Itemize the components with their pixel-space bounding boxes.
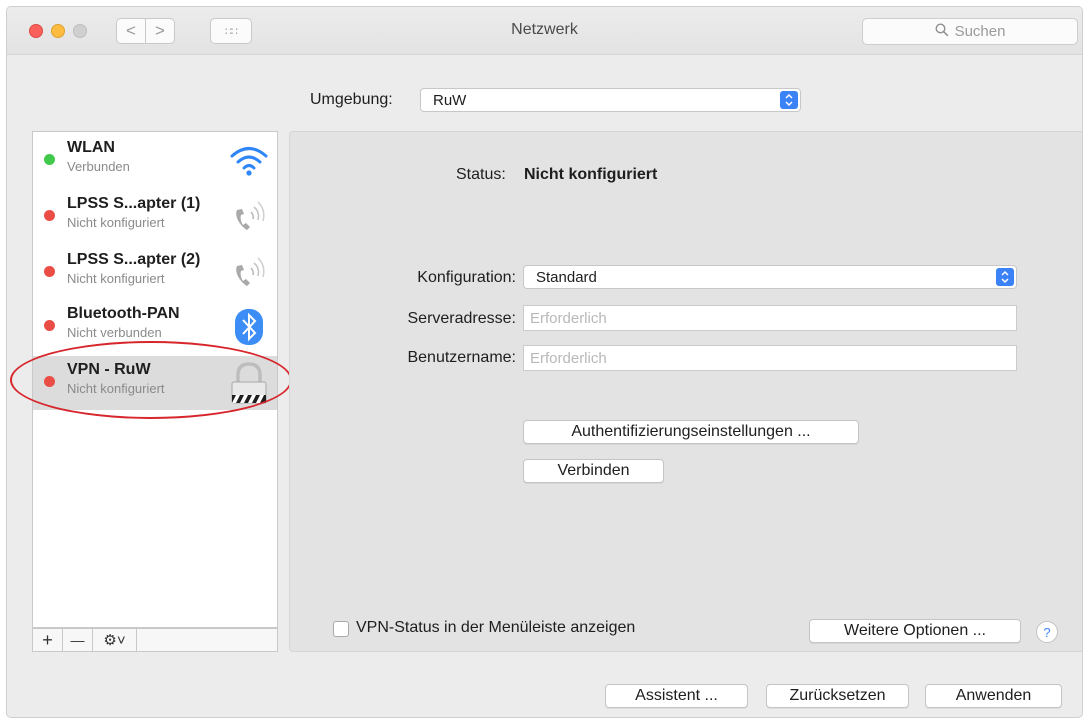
service-list-toolbar: + — ⚙˅: [32, 628, 278, 652]
status-dot-red: [44, 266, 55, 277]
configuration-select[interactable]: Standard: [523, 265, 1017, 289]
service-status: Nicht verbunden: [67, 325, 162, 340]
configuration-label: Konfiguration:: [417, 269, 516, 286]
status-value: Nicht konfiguriert: [524, 166, 658, 183]
username-placeholder: Erforderlich: [530, 349, 607, 367]
select-arrows-icon: [996, 268, 1014, 286]
minus-icon: —: [70, 632, 85, 648]
more-options-button[interactable]: Weitere Optionen ...: [809, 619, 1021, 643]
title-bar: < > ∷∷ Netzwerk Suchen: [7, 7, 1082, 55]
status-dot-red: [44, 320, 55, 331]
search-field[interactable]: Suchen: [862, 18, 1078, 45]
assistant-button[interactable]: Assistent ...: [605, 684, 748, 708]
service-item-lpss-1[interactable]: LPSS S...apter (1) Nicht konfiguriert: [33, 190, 277, 244]
phone-icon: [227, 252, 271, 294]
location-label: Umgebung:: [310, 91, 393, 108]
apply-button[interactable]: Anwenden: [925, 684, 1062, 708]
service-name: Bluetooth-PAN: [67, 305, 180, 322]
username-label: Benutzername:: [407, 349, 516, 366]
add-service-button[interactable]: +: [33, 629, 63, 651]
server-address-label: Serveradresse:: [407, 310, 517, 327]
search-placeholder: Suchen: [954, 23, 1006, 40]
revert-button[interactable]: Zurücksetzen: [766, 684, 909, 708]
server-address-placeholder: Erforderlich: [530, 309, 607, 327]
configuration-value: Standard: [536, 268, 597, 286]
location-select[interactable]: RuW: [420, 88, 801, 112]
phone-icon: [227, 196, 271, 238]
service-name: LPSS S...apter (2): [67, 251, 201, 268]
service-name: LPSS S...apter (1): [67, 195, 201, 212]
question-icon: ?: [1043, 624, 1051, 640]
select-arrows-icon: [780, 91, 798, 109]
status-dot-green: [44, 154, 55, 165]
service-status: Nicht konfiguriert: [67, 271, 165, 286]
show-vpn-status-checkbox[interactable]: [333, 621, 349, 637]
remove-service-button[interactable]: —: [63, 629, 93, 651]
location-value: RuW: [433, 91, 467, 109]
service-status: Verbunden: [67, 159, 130, 174]
show-vpn-status-label: VPN-Status in der Menüleiste anzeigen: [356, 619, 636, 636]
search-icon: [935, 22, 949, 41]
service-item-lpss-2[interactable]: LPSS S...apter (2) Nicht konfiguriert: [33, 246, 277, 300]
service-status: Nicht konfiguriert: [67, 215, 165, 230]
username-field[interactable]: Erforderlich: [523, 345, 1017, 371]
status-label: Status:: [456, 166, 506, 183]
help-button[interactable]: ?: [1036, 621, 1058, 643]
wifi-icon: [227, 140, 271, 182]
authentication-settings-button[interactable]: Authentifizierungseinstellungen ...: [523, 420, 859, 444]
action-menu-button[interactable]: ⚙˅: [93, 629, 137, 651]
status-dot-red: [44, 210, 55, 221]
connect-button[interactable]: Verbinden: [523, 459, 664, 483]
plus-icon: +: [42, 629, 53, 650]
highlight-ellipse: [10, 341, 292, 419]
server-address-field[interactable]: Erforderlich: [523, 305, 1017, 331]
service-name: WLAN: [67, 139, 115, 156]
service-item-wlan[interactable]: WLAN Verbunden: [33, 134, 277, 188]
detail-pane: [289, 131, 1082, 652]
bluetooth-icon: [227, 306, 271, 348]
network-preferences-window: < > ∷∷ Netzwerk Suchen Umgebung: RuW WLA…: [6, 6, 1083, 718]
gear-icon: ⚙˅: [103, 632, 126, 649]
